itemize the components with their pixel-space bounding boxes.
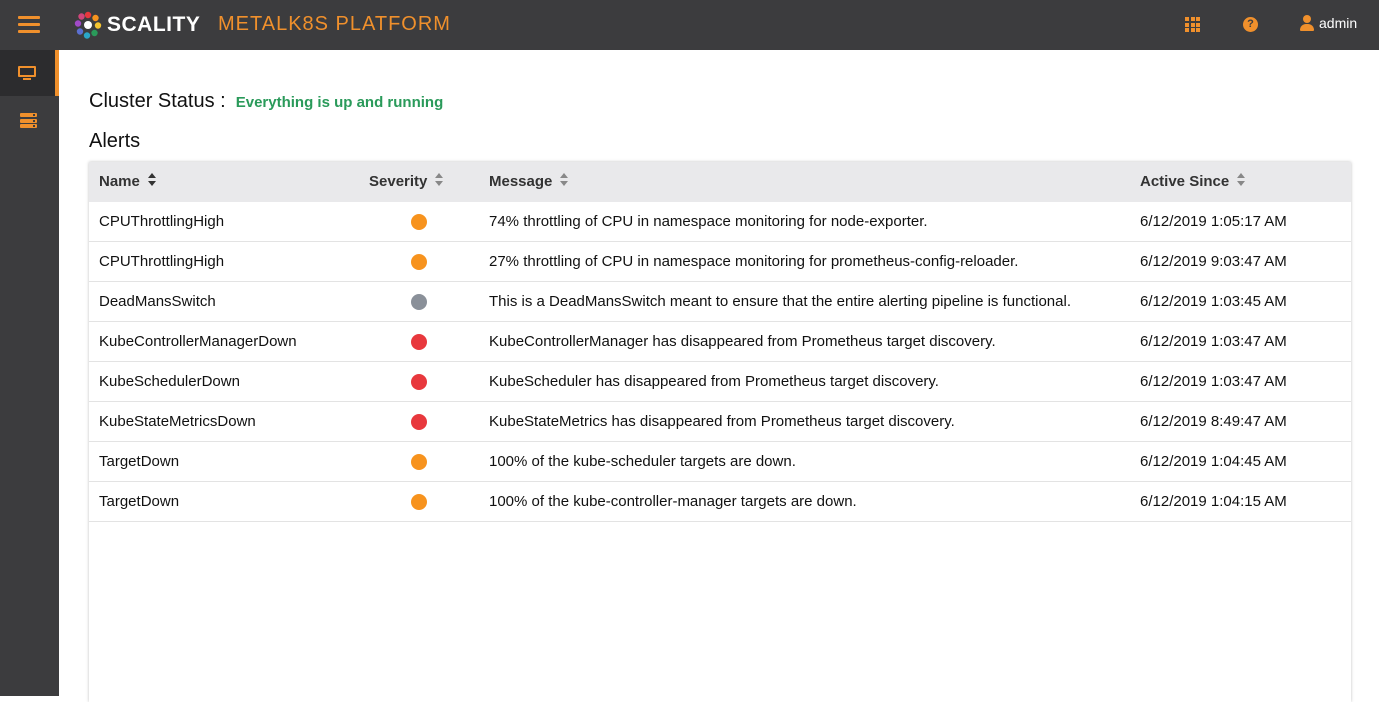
alerts-table: Name Severity Message Active Since CPUTh…	[89, 162, 1351, 702]
top-navbar: SCALITY METALK8S PLATFORM ? admin	[0, 0, 1379, 50]
user-name: admin	[1319, 15, 1358, 31]
column-header-severity[interactable]: Severity	[369, 162, 444, 202]
column-header-active-since-label: Active Since	[1140, 173, 1230, 190]
table-row[interactable]: CPUThrottlingHigh 74% throttling of CPU …	[89, 202, 1351, 242]
alert-active-since: 6/12/2019 1:03:47 AM	[1140, 333, 1287, 350]
alert-message: 100% of the kube-controller-manager targ…	[489, 493, 857, 510]
column-header-name-label: Name	[99, 173, 140, 190]
scality-logo[interactable]: SCALITY	[73, 10, 200, 40]
table-row[interactable]: KubeControllerManagerDown KubeController…	[89, 322, 1351, 362]
alert-severity	[369, 482, 469, 522]
alert-message: This is a DeadMansSwitch meant to ensure…	[489, 293, 1071, 310]
alert-severity	[369, 242, 469, 282]
alert-name: KubeControllerManagerDown	[99, 333, 297, 350]
alert-name: DeadMansSwitch	[99, 293, 216, 310]
sort-icon	[560, 173, 569, 187]
sort-icon	[147, 173, 157, 187]
table-header: Name Severity Message Active Since	[89, 162, 1351, 202]
alert-severity	[369, 202, 469, 242]
alert-severity	[369, 442, 469, 482]
user-menu[interactable]: admin	[1300, 15, 1357, 31]
cluster-status-label: Cluster Status :	[89, 90, 226, 112]
logo-text: SCALITY	[107, 13, 201, 36]
alert-severity	[369, 282, 469, 322]
severity-none-icon	[411, 294, 427, 310]
table-row[interactable]: TargetDown 100% of the kube-controller-m…	[89, 482, 1351, 522]
cluster-status-value: Everything is up and running	[235, 94, 444, 111]
severity-warning-icon	[411, 454, 427, 470]
alert-message: KubeStateMetrics has disappeared from Pr…	[489, 413, 955, 430]
cluster-status: Cluster Status : Everything is up and ru…	[89, 90, 443, 113]
sidebar-item-monitoring[interactable]	[0, 50, 59, 96]
column-header-message[interactable]: Message	[489, 162, 569, 202]
alerts-title: Alerts	[89, 130, 141, 152]
help-icon[interactable]: ?	[1243, 17, 1258, 32]
monitor-icon	[18, 66, 36, 81]
severity-warning-icon	[411, 494, 427, 510]
alert-message: KubeControllerManager has disappeared fr…	[489, 333, 996, 350]
table-body: CPUThrottlingHigh 74% throttling of CPU …	[89, 202, 1351, 522]
alert-message: KubeScheduler has disappeared from Prome…	[489, 373, 939, 390]
sort-icon	[1237, 173, 1246, 187]
server-icon	[20, 113, 37, 129]
alert-severity	[369, 402, 469, 442]
alert-message: 27% throttling of CPU in namespace monit…	[489, 253, 1019, 270]
column-header-name[interactable]: Name	[99, 162, 157, 202]
apps-grid-icon[interactable]	[1185, 17, 1200, 32]
table-row[interactable]: CPUThrottlingHigh 27% throttling of CPU …	[89, 242, 1351, 282]
severity-critical-icon	[411, 334, 427, 350]
table-row[interactable]: DeadMansSwitch This is a DeadMansSwitch …	[89, 282, 1351, 322]
alert-active-since: 6/12/2019 8:49:47 AM	[1140, 413, 1287, 430]
table-row[interactable]: TargetDown 100% of the kube-scheduler ta…	[89, 442, 1351, 482]
column-header-severity-label: Severity	[369, 173, 428, 190]
alert-active-since: 6/12/2019 9:03:47 AM	[1140, 253, 1287, 270]
alert-message: 100% of the kube-scheduler targets are d…	[489, 453, 796, 470]
alert-message: 74% throttling of CPU in namespace monit…	[489, 213, 928, 230]
alert-severity	[369, 362, 469, 402]
alert-name: CPUThrottlingHigh	[99, 253, 225, 270]
scality-logo-icon	[74, 11, 102, 39]
main-content: Cluster Status : Everything is up and ru…	[59, 50, 1379, 702]
severity-critical-icon	[411, 414, 427, 430]
alert-active-since: 6/12/2019 1:04:15 AM	[1140, 493, 1287, 510]
alert-active-since: 6/12/2019 1:04:45 AM	[1140, 453, 1287, 470]
alert-name: KubeStateMetricsDown	[99, 413, 256, 430]
product-name: METALK8S PLATFORM	[218, 13, 451, 35]
hamburger-icon[interactable]	[18, 16, 40, 34]
sidebar-item-nodes[interactable]	[0, 102, 59, 148]
alert-active-since: 6/12/2019 1:05:17 AM	[1140, 213, 1287, 230]
alert-active-since: 6/12/2019 1:03:45 AM	[1140, 293, 1287, 310]
sidebar	[0, 50, 59, 696]
table-row[interactable]: KubeStateMetricsDown KubeStateMetrics ha…	[89, 402, 1351, 442]
column-header-active-since[interactable]: Active Since	[1140, 162, 1246, 202]
severity-critical-icon	[411, 374, 427, 390]
table-row[interactable]: KubeSchedulerDown KubeScheduler has disa…	[89, 362, 1351, 402]
column-header-message-label: Message	[489, 173, 553, 190]
alert-name: KubeSchedulerDown	[99, 373, 240, 390]
severity-warning-icon	[411, 214, 427, 230]
alert-name: TargetDown	[99, 453, 180, 470]
severity-warning-icon	[411, 254, 427, 270]
user-icon	[1300, 15, 1314, 31]
alert-name: TargetDown	[99, 493, 180, 510]
sort-icon	[435, 173, 444, 187]
alert-severity	[369, 322, 469, 362]
alert-active-since: 6/12/2019 1:03:47 AM	[1140, 373, 1287, 390]
alert-name: CPUThrottlingHigh	[99, 213, 225, 230]
